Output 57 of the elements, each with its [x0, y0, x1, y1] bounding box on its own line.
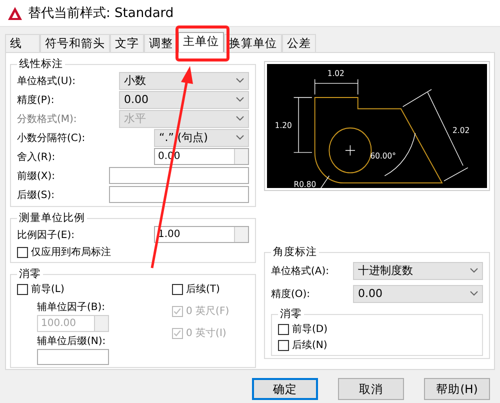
chevron-down-icon [236, 78, 244, 83]
field-label: 精度(O): [271, 288, 310, 300]
check-icon [173, 328, 182, 338]
field-label: 小数分隔符(C): [17, 132, 86, 144]
dialog-button[interactable]: 帮助(H) [424, 378, 490, 400]
dialog-button[interactable]: 取消 [338, 378, 404, 400]
group-title: 消零 [279, 307, 303, 321]
input-field[interactable] [109, 186, 249, 203]
dimension-label: R0.80 [294, 180, 316, 188]
group-title: 线性标注 [18, 57, 64, 71]
chevron-down-icon [236, 135, 244, 140]
tab[interactable]: 符号和箭头 [40, 34, 110, 52]
input-field[interactable] [109, 167, 249, 184]
field-label: 前缀(X): [17, 170, 56, 182]
tab[interactable]: 调整 [144, 34, 178, 52]
dimension-label: 60.00° [370, 151, 396, 161]
dimension-label: 1.02 [327, 69, 344, 78]
chevron-down-icon [470, 268, 478, 273]
checkbox[interactable]: 仅应用到布局标注 [17, 244, 249, 260]
app-logo-icon [8, 6, 22, 20]
dropdown[interactable]: 0.00 [353, 284, 483, 302]
group-title: 测量单位比例 [18, 211, 86, 225]
tab[interactable]: 文字 [110, 34, 144, 52]
field-label: 比例因子(E): [17, 228, 74, 242]
highlight-frame [176, 26, 230, 62]
dropdown[interactable]: 小数 [119, 72, 249, 90]
window-title: 替代当前样式: Standard [28, 5, 174, 22]
field-label: 舍入(R): [17, 150, 56, 164]
dialog-button[interactable]: 确定 [252, 378, 318, 400]
chevron-down-icon [470, 291, 478, 296]
checkbox[interactable]: 前导(L) [17, 281, 152, 297]
tab[interactable]: 主单位 [178, 32, 224, 52]
tab[interactable]: 公差 [282, 34, 316, 52]
field-label: 辅单位后缀(N): [37, 334, 107, 348]
chevron-down-icon [236, 116, 244, 121]
input-field[interactable] [37, 349, 109, 365]
checkbox[interactable]: 前导(D) [278, 321, 476, 337]
group-title: 角度标注 [272, 245, 318, 259]
check-icon [173, 306, 182, 316]
tab[interactable]: 换算单位 [224, 34, 282, 52]
field-label: 单位格式(A): [271, 264, 330, 278]
field-label: 精度(P): [17, 94, 54, 106]
tab[interactable]: 线 [5, 34, 40, 52]
spinner-field[interactable]: 1.00 [154, 226, 249, 243]
field-label: 后缀(S): [17, 188, 55, 202]
checkbox[interactable]: 后续(N) [278, 337, 476, 353]
checkbox[interactable]: 后续(T) [172, 281, 230, 297]
group-title: 消零 [18, 267, 42, 281]
dropdown[interactable]: 0.00 [119, 90, 249, 108]
dimension-label: 2.02 [452, 126, 470, 136]
dropdown[interactable]: 十进制度数 [353, 262, 483, 280]
dropdown[interactable]: “.” (句点) [154, 128, 249, 146]
field-label: 分数格式(M): [17, 112, 77, 126]
chevron-down-icon [236, 97, 244, 102]
field-label: 单位格式(U): [17, 74, 76, 88]
field-label: 辅单位因子(B): [37, 300, 106, 314]
dimension-label: 1.20 [274, 120, 292, 130]
